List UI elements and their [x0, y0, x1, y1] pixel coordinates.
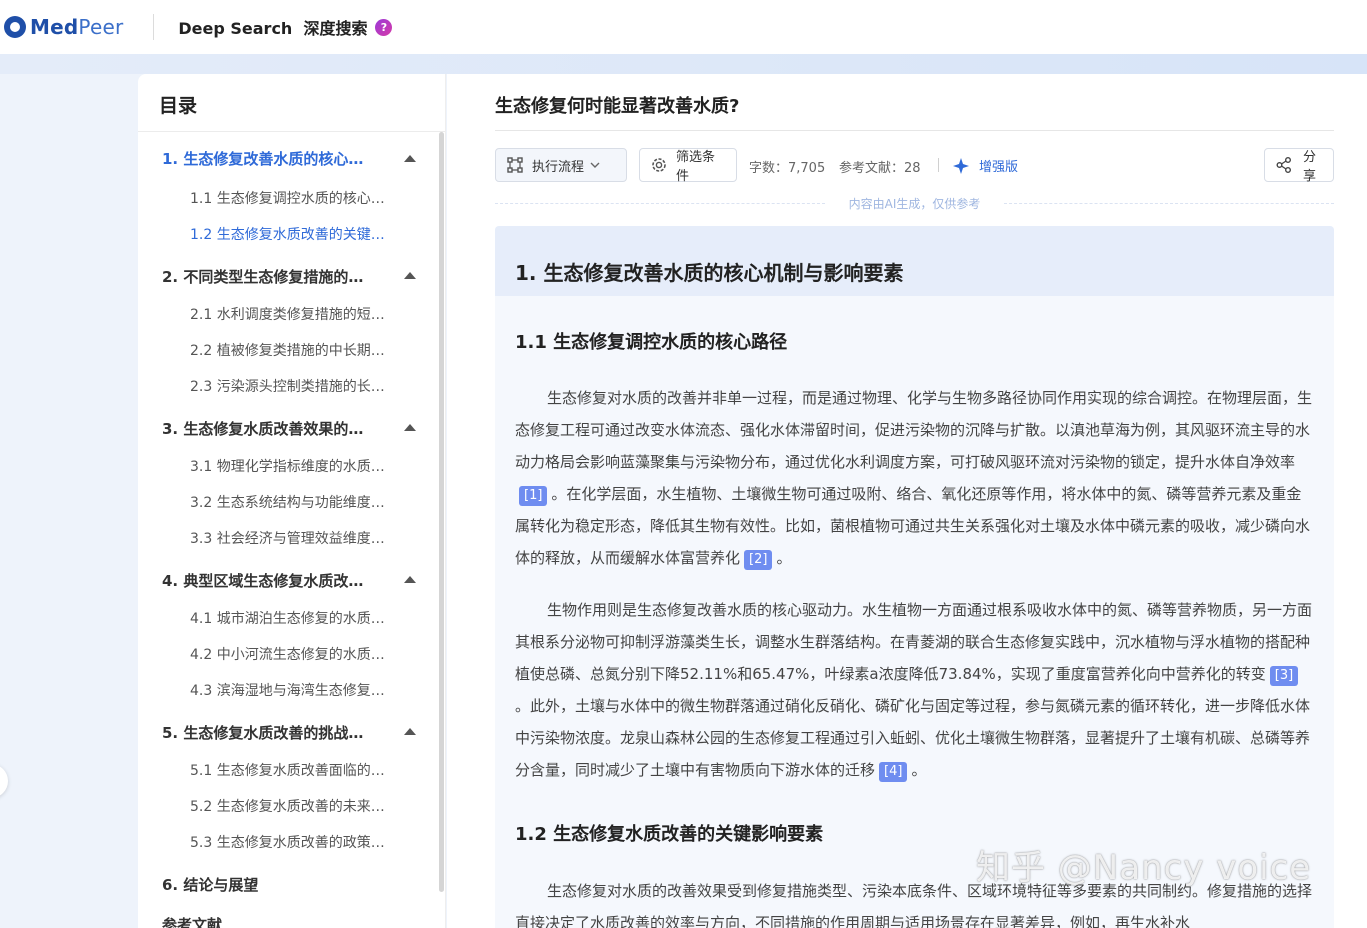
toc-item-1-2[interactable]: 1.2 生态修复水质改善的关键…	[190, 224, 412, 244]
section-heading: 1. 生态修复改善水质的核心机制与影响要素	[495, 226, 1334, 296]
toc-item-1-1[interactable]: 1.1 生态修复调控水质的核心…	[190, 188, 412, 208]
citation-link[interactable]: [4]	[879, 762, 908, 782]
header-divider	[153, 14, 155, 40]
toc-item-2-2[interactable]: 2.2 植被修复类措施的中长期…	[190, 340, 412, 360]
ai-disclaimer-text: 内容由AI生成，仅供参考	[848, 197, 981, 211]
execution-flow-button[interactable]: 执行流程	[495, 148, 627, 182]
toc-item-2-1[interactable]: 2.1 水利调度类修复措施的短…	[190, 304, 412, 324]
toc-section-6[interactable]: 6. 结论与展望	[162, 874, 412, 895]
toc-section-1[interactable]: 1. 生态修复改善水质的核心…	[162, 148, 412, 169]
top-bar: MedPeer Deep Search 深度搜索 ?	[0, 0, 1367, 54]
share-button[interactable]: 分享	[1264, 148, 1334, 184]
paragraph: 生态修复对水质的改善并非单一过程，而是通过物理、化学与生物多路径协同作用实现的综…	[515, 382, 1315, 574]
collapse-caret-icon[interactable]	[404, 728, 416, 735]
filter-button[interactable]: 筛选条件	[639, 148, 737, 184]
background-band	[0, 54, 1367, 74]
toc-item-4-3[interactable]: 4.3 滨海湿地与海湾生态修复…	[190, 680, 412, 700]
medpeer-logo[interactable]: MedPeer	[4, 0, 123, 54]
toc-item-4-2[interactable]: 4.2 中小河流生态修复的水质…	[190, 644, 412, 664]
toc-item-5-1[interactable]: 5.1 生态修复水质改善面临的…	[190, 760, 412, 780]
question-title: 生态修复何时能显著改善水质?	[495, 96, 740, 117]
paragraph: 生物作用则是生态修复改善水质的核心驱动力。水生植物一方面通过根系吸收水体中的氮、…	[515, 594, 1315, 786]
title-divider	[495, 130, 1334, 131]
toc-section-3[interactable]: 3. 生态修复水质改善效果的…	[162, 418, 412, 439]
share-label: 分享	[1303, 150, 1317, 184]
medpeer-logo-icon	[4, 16, 26, 38]
toc-item-4-1[interactable]: 4.1 城市湖泊生态修复的水质…	[190, 608, 412, 628]
flow-label: 执行流程	[532, 159, 585, 175]
toolbar: 执行流程 筛选条件 字数：7,705 参考文献：28 增强版 分享	[495, 148, 1334, 184]
flow-icon	[507, 157, 523, 173]
subsection-heading: 1.1 生态修复调控水质的核心路径	[515, 332, 788, 353]
toc-item-3-1[interactable]: 3.1 物理化学指标维度的水质…	[190, 456, 412, 476]
collapse-caret-icon[interactable]	[404, 272, 416, 279]
toc-scrollbar[interactable]	[439, 132, 444, 892]
collapse-caret-icon[interactable]	[404, 424, 416, 431]
side-panel-handle[interactable]	[0, 764, 8, 798]
watermark: 知乎 @Nancy voice	[976, 848, 1312, 888]
collapse-caret-icon[interactable]	[404, 155, 416, 162]
collapse-caret-icon[interactable]	[404, 576, 416, 583]
brand-name: MedPeer	[30, 15, 124, 39]
citation-link[interactable]: [1]	[519, 486, 548, 506]
toolbar-divider	[938, 158, 939, 172]
toc-item-3-2[interactable]: 3.2 生态系统结构与功能维度…	[190, 492, 412, 512]
toc-section-5[interactable]: 5. 生态修复水质改善的挑战…	[162, 722, 412, 743]
toc-item-3-3[interactable]: 3.3 社会经济与管理效益维度…	[190, 528, 412, 548]
enhanced-label: 增强版	[979, 160, 1019, 175]
toc-sidebar: 目录 1. 生态修复改善水质的核心… 1.1 生态修复调控水质的核心… 1.2 …	[138, 74, 446, 928]
toc-item-5-3[interactable]: 5.3 生态修复水质改善的政策…	[190, 832, 412, 852]
enhanced-version-toggle[interactable]: 增强版	[953, 156, 1018, 175]
sparkle-icon	[953, 157, 969, 174]
toc-section-references[interactable]: 参考文献	[162, 914, 412, 928]
toc-title: 目录	[138, 74, 445, 132]
word-count: 字数：7,705	[749, 161, 826, 176]
main-panel: 生态修复何时能显著改善水质? 执行流程 筛选条件 字数：7,705 参考文献：2…	[447, 74, 1367, 928]
help-icon[interactable]: ?	[375, 18, 393, 36]
chevron-down-icon	[590, 162, 600, 168]
citation-link[interactable]: [2]	[744, 550, 773, 570]
toc-item-2-3[interactable]: 2.3 污染源头控制类措施的长…	[190, 376, 412, 396]
ai-disclaimer: 内容由AI生成，仅供参考	[495, 194, 1334, 212]
subsection-heading: 1.2 生态修复水质改善的关键影响要素	[515, 824, 824, 845]
product-title: Deep Search 深度搜索	[178, 19, 368, 38]
toc-section-4[interactable]: 4. 典型区域生态修复水质改…	[162, 570, 412, 591]
gear-icon	[652, 158, 666, 172]
toc-section-2[interactable]: 2. 不同类型生态修复措施的…	[162, 266, 412, 287]
filter-label: 筛选条件	[676, 150, 716, 184]
reference-count: 参考文献：28	[839, 161, 921, 176]
report-content: 1. 生态修复改善水质的核心机制与影响要素 1.1 生态修复调控水质的核心路径 …	[495, 226, 1334, 928]
toc-item-5-2[interactable]: 5.2 生态修复水质改善的未来…	[190, 796, 412, 816]
share-icon	[1276, 157, 1291, 173]
citation-link[interactable]: [3]	[1269, 666, 1299, 686]
